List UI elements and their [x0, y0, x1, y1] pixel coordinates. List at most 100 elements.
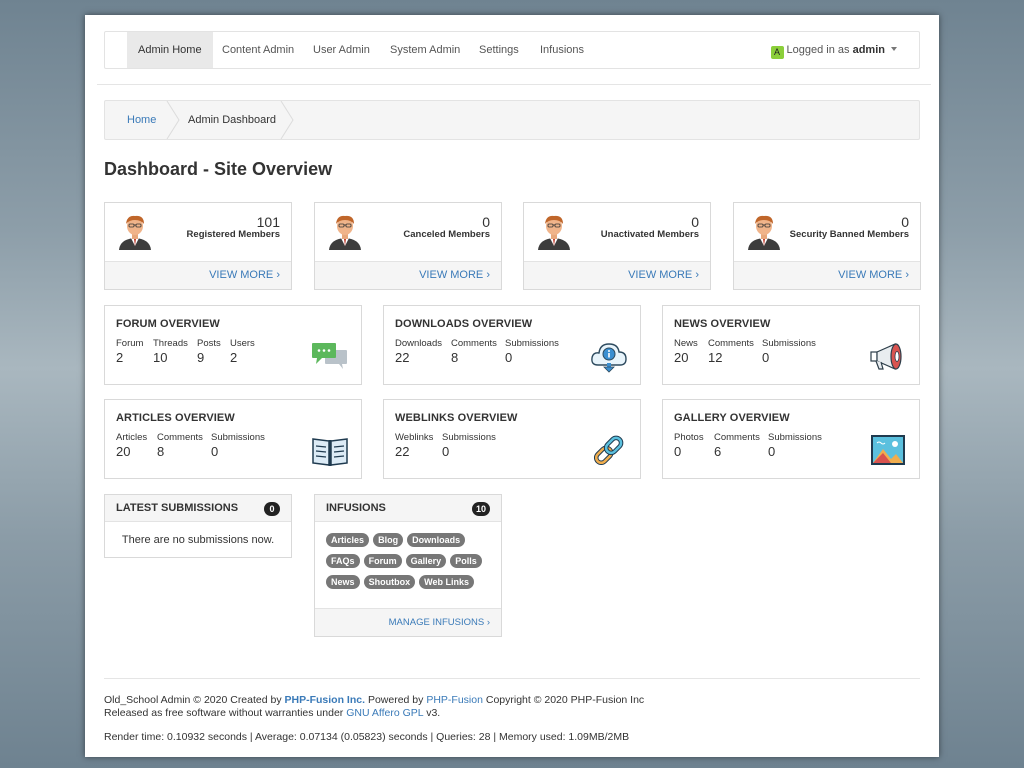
manage-infusions-link[interactable]: MANAGE INFUSIONS › — [389, 617, 490, 628]
stat-submissions: Submissions 0 — [505, 338, 559, 365]
infusion-tag[interactable]: News — [326, 575, 360, 589]
infusion-tag[interactable]: Forum — [363, 554, 402, 568]
stat-photos: Photos 0 — [674, 432, 704, 459]
member-count: 0 — [691, 214, 699, 230]
stat-comments: Comments 8 — [157, 432, 203, 459]
member-count: 0 — [482, 214, 490, 230]
breadcrumb-home-link[interactable]: Home — [127, 101, 156, 139]
stat-comments: Comments 6 — [714, 432, 760, 459]
divider — [97, 84, 931, 85]
member-count: 101 — [256, 214, 280, 230]
stat-comments: Comments 8 — [451, 338, 497, 365]
panel-footer: MANAGE INFUSIONS › — [315, 608, 501, 636]
chat-bubbles-icon — [311, 339, 349, 373]
user-menu-dropdown[interactable]: A Logged in as admin — [770, 32, 897, 68]
footer-divider — [104, 678, 920, 679]
card-title: FORUM OVERVIEW — [116, 318, 220, 330]
infusions-panel: INFUSIONS 10 Articles Blog Downloads FAQ… — [314, 494, 502, 637]
nav-content-admin[interactable]: Content Admin — [211, 32, 305, 68]
infusion-tag[interactable]: Polls — [450, 554, 482, 568]
stat-threads: Threads 10 — [153, 338, 188, 365]
nav-admin-home[interactable]: Admin Home — [127, 32, 213, 68]
open-book-icon — [311, 433, 349, 467]
stat-comments: Comments 12 — [708, 338, 754, 365]
weblinks-overview-card: WEBLINKS OVERVIEW Weblinks 22 Submissions… — [383, 399, 641, 479]
panel-header: LATEST SUBMISSIONS 0 — [105, 495, 291, 522]
nav-system-admin[interactable]: System Admin — [379, 32, 471, 68]
user-avatar-icon — [745, 212, 783, 250]
downloads-overview-card: DOWNLOADS OVERVIEW Downloads 22 Comments 8… — [383, 305, 641, 385]
breadcrumb-separator-icon — [166, 101, 180, 139]
render-stats: Render time: 0.10932 seconds | Average: … — [104, 731, 630, 743]
view-more-link[interactable]: VIEW MORE › — [838, 269, 909, 281]
stat-posts: Posts 9 — [197, 338, 221, 365]
stat-users: Users 2 — [230, 338, 255, 365]
stat-submissions: Submissions 0 — [768, 432, 822, 459]
panel-header: INFUSIONS 10 — [315, 495, 501, 522]
nav-settings[interactable]: Settings — [468, 32, 530, 68]
unactivated-members-card: 0 Unactivated Members VIEW MORE › — [523, 202, 711, 290]
stat-news: News 20 — [674, 338, 698, 365]
canceled-members-card: 0 Canceled Members VIEW MORE › — [314, 202, 502, 290]
stat-articles: Articles 20 — [116, 432, 148, 459]
image-gallery-icon — [869, 433, 907, 467]
infusion-tag[interactable]: Blog — [373, 533, 404, 547]
infusion-tag[interactable]: FAQs — [326, 554, 360, 568]
infusions-count-badge: 10 — [471, 502, 490, 516]
page-container: Admin Home Content Admin User Admin Syst… — [85, 15, 939, 757]
stat-weblinks: Weblinks 22 — [395, 432, 434, 459]
chain-link-icon — [590, 433, 628, 467]
user-avatar-icon — [116, 212, 154, 250]
gnu-agpl-link[interactable]: GNU Affero GPL — [346, 707, 423, 719]
card-title: GALLERY OVERVIEW — [674, 412, 790, 424]
view-more-link[interactable]: VIEW MORE › — [209, 269, 280, 281]
nav-infusions[interactable]: Infusions — [529, 32, 595, 68]
breadcrumb-current: Admin Dashboard — [188, 114, 277, 126]
card-title: DOWNLOADS OVERVIEW — [395, 318, 533, 330]
articles-overview-card: ARTICLES OVERVIEW Articles 20 Comments 8 S… — [104, 399, 362, 479]
registered-members-card: 101 Registered Members VIEW MORE › — [104, 202, 292, 290]
news-overview-card: NEWS OVERVIEW News 20 Comments 12 Submissi… — [662, 305, 920, 385]
card-footer: VIEW MORE › — [524, 261, 710, 289]
phpfusion-inc-link[interactable]: PHP-Fusion Inc. — [285, 694, 366, 706]
footer-credits: Old_School Admin © 2020 Created by PHP-F… — [104, 694, 645, 706]
stat-submissions: Submissions 0 — [442, 432, 496, 459]
card-footer: VIEW MORE › — [105, 261, 291, 289]
infusion-tags: Articles Blog Downloads FAQs Forum Galle… — [326, 533, 496, 596]
user-avatar-icon: A — [770, 46, 784, 59]
stat-submissions: Submissions 0 — [762, 338, 816, 365]
view-more-link[interactable]: VIEW MORE › — [419, 269, 490, 281]
megaphone-icon — [869, 339, 907, 373]
panel-title: LATEST SUBMISSIONS — [116, 502, 239, 514]
footer-license: Released as free software without warran… — [104, 707, 441, 719]
card-title: NEWS OVERVIEW — [674, 318, 771, 330]
card-footer: VIEW MORE › — [315, 261, 501, 289]
user-avatar-icon — [326, 212, 364, 250]
member-label: Unactivated Members — [600, 229, 699, 240]
infusion-tag[interactable]: Web Links — [419, 575, 474, 589]
user-avatar-icon — [535, 212, 573, 250]
panel-title: INFUSIONS — [326, 502, 386, 514]
empty-message: There are no submissions now. — [121, 534, 275, 546]
member-count: 0 — [901, 214, 909, 230]
infusion-tag[interactable]: Articles — [326, 533, 370, 547]
card-footer: VIEW MORE › — [734, 261, 920, 289]
top-navbar: Admin Home Content Admin User Admin Syst… — [104, 31, 920, 69]
caret-down-icon — [891, 47, 897, 51]
logged-in-label: Logged in as — [786, 44, 850, 56]
phpfusion-link[interactable]: PHP-Fusion — [426, 694, 483, 706]
username: admin — [852, 44, 885, 56]
member-label: Canceled Members — [403, 229, 490, 240]
infusion-tag[interactable]: Downloads — [407, 533, 466, 547]
submissions-count-badge: 0 — [264, 502, 280, 516]
page-title: Dashboard - Site Overview — [104, 159, 333, 179]
nav-user-admin[interactable]: User Admin — [302, 32, 381, 68]
infusion-tag[interactable]: Gallery — [405, 554, 447, 568]
breadcrumb-separator-icon — [280, 101, 294, 139]
stat-forum: Forum 2 — [116, 338, 144, 365]
member-label: Security Banned Members — [789, 229, 909, 240]
view-more-link[interactable]: VIEW MORE › — [628, 269, 699, 281]
card-title: ARTICLES OVERVIEW — [116, 412, 235, 424]
cloud-download-icon — [590, 339, 628, 373]
infusion-tag[interactable]: Shoutbox — [363, 575, 416, 589]
